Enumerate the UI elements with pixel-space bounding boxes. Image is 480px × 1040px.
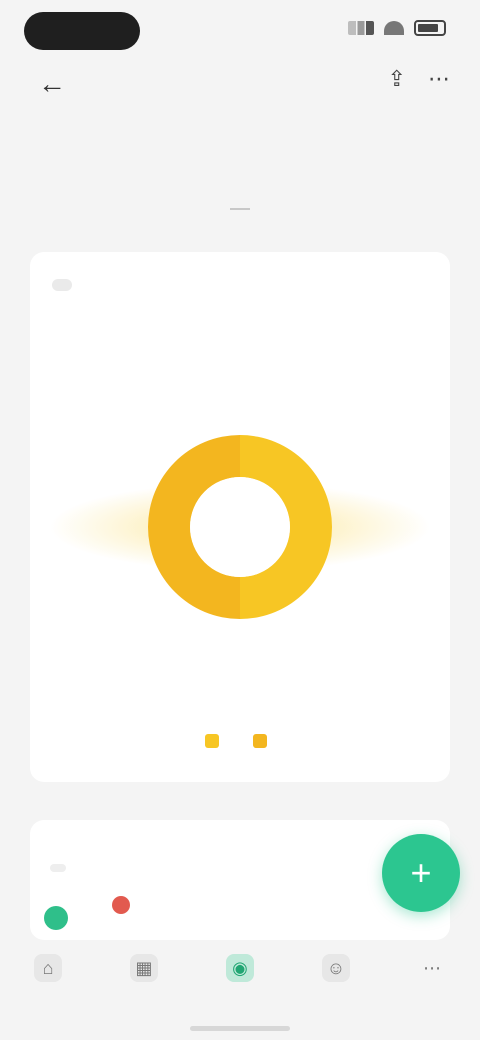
signal-icon (348, 21, 374, 35)
user-icon: ☺ (322, 954, 350, 982)
summary-card (30, 252, 450, 782)
wallet-icon: ◉ (226, 954, 254, 982)
home-icon: ⌂ (34, 954, 62, 982)
status-time (24, 12, 140, 50)
more-icon[interactable]: ⋯ (428, 66, 450, 92)
back-icon[interactable]: ← (38, 68, 66, 100)
expense-indicator (112, 896, 130, 914)
chart-legend (30, 734, 450, 748)
nav-item-more[interactable]: ⋯ (396, 954, 468, 988)
income-indicator (44, 906, 68, 930)
plus-icon: + (410, 852, 432, 893)
nav-item-home[interactable]: ⌂ (12, 954, 84, 988)
nav-item-wallet[interactable]: ◉ (204, 954, 276, 988)
home-indicator (190, 1026, 290, 1031)
legend-swatch (205, 734, 219, 748)
status-bar (0, 0, 480, 60)
nav-item-profile[interactable]: ☺ (300, 954, 372, 988)
wifi-icon (384, 21, 404, 35)
legend-item[interactable] (205, 734, 227, 748)
donut-chart (30, 372, 450, 712)
panel-value (50, 864, 66, 872)
nav-item-stats[interactable]: ▦ (108, 954, 180, 988)
battery-icon (414, 20, 446, 36)
add-button[interactable]: + (382, 834, 460, 912)
status-icons (348, 20, 446, 36)
donut-chart-svg (50, 435, 430, 619)
share-icon[interactable]: ⇪ (388, 66, 406, 92)
legend-swatch (253, 734, 267, 748)
top-actions: ⇪ ⋯ (388, 66, 450, 92)
donut-hole (190, 477, 290, 577)
card-header (52, 278, 72, 304)
tab-bar (0, 196, 480, 210)
card-value (52, 279, 72, 291)
legend-item[interactable] (253, 734, 275, 748)
more-icon: ⋯ (423, 957, 441, 978)
chart-icon: ▦ (130, 954, 158, 982)
tab-1[interactable] (230, 196, 250, 210)
